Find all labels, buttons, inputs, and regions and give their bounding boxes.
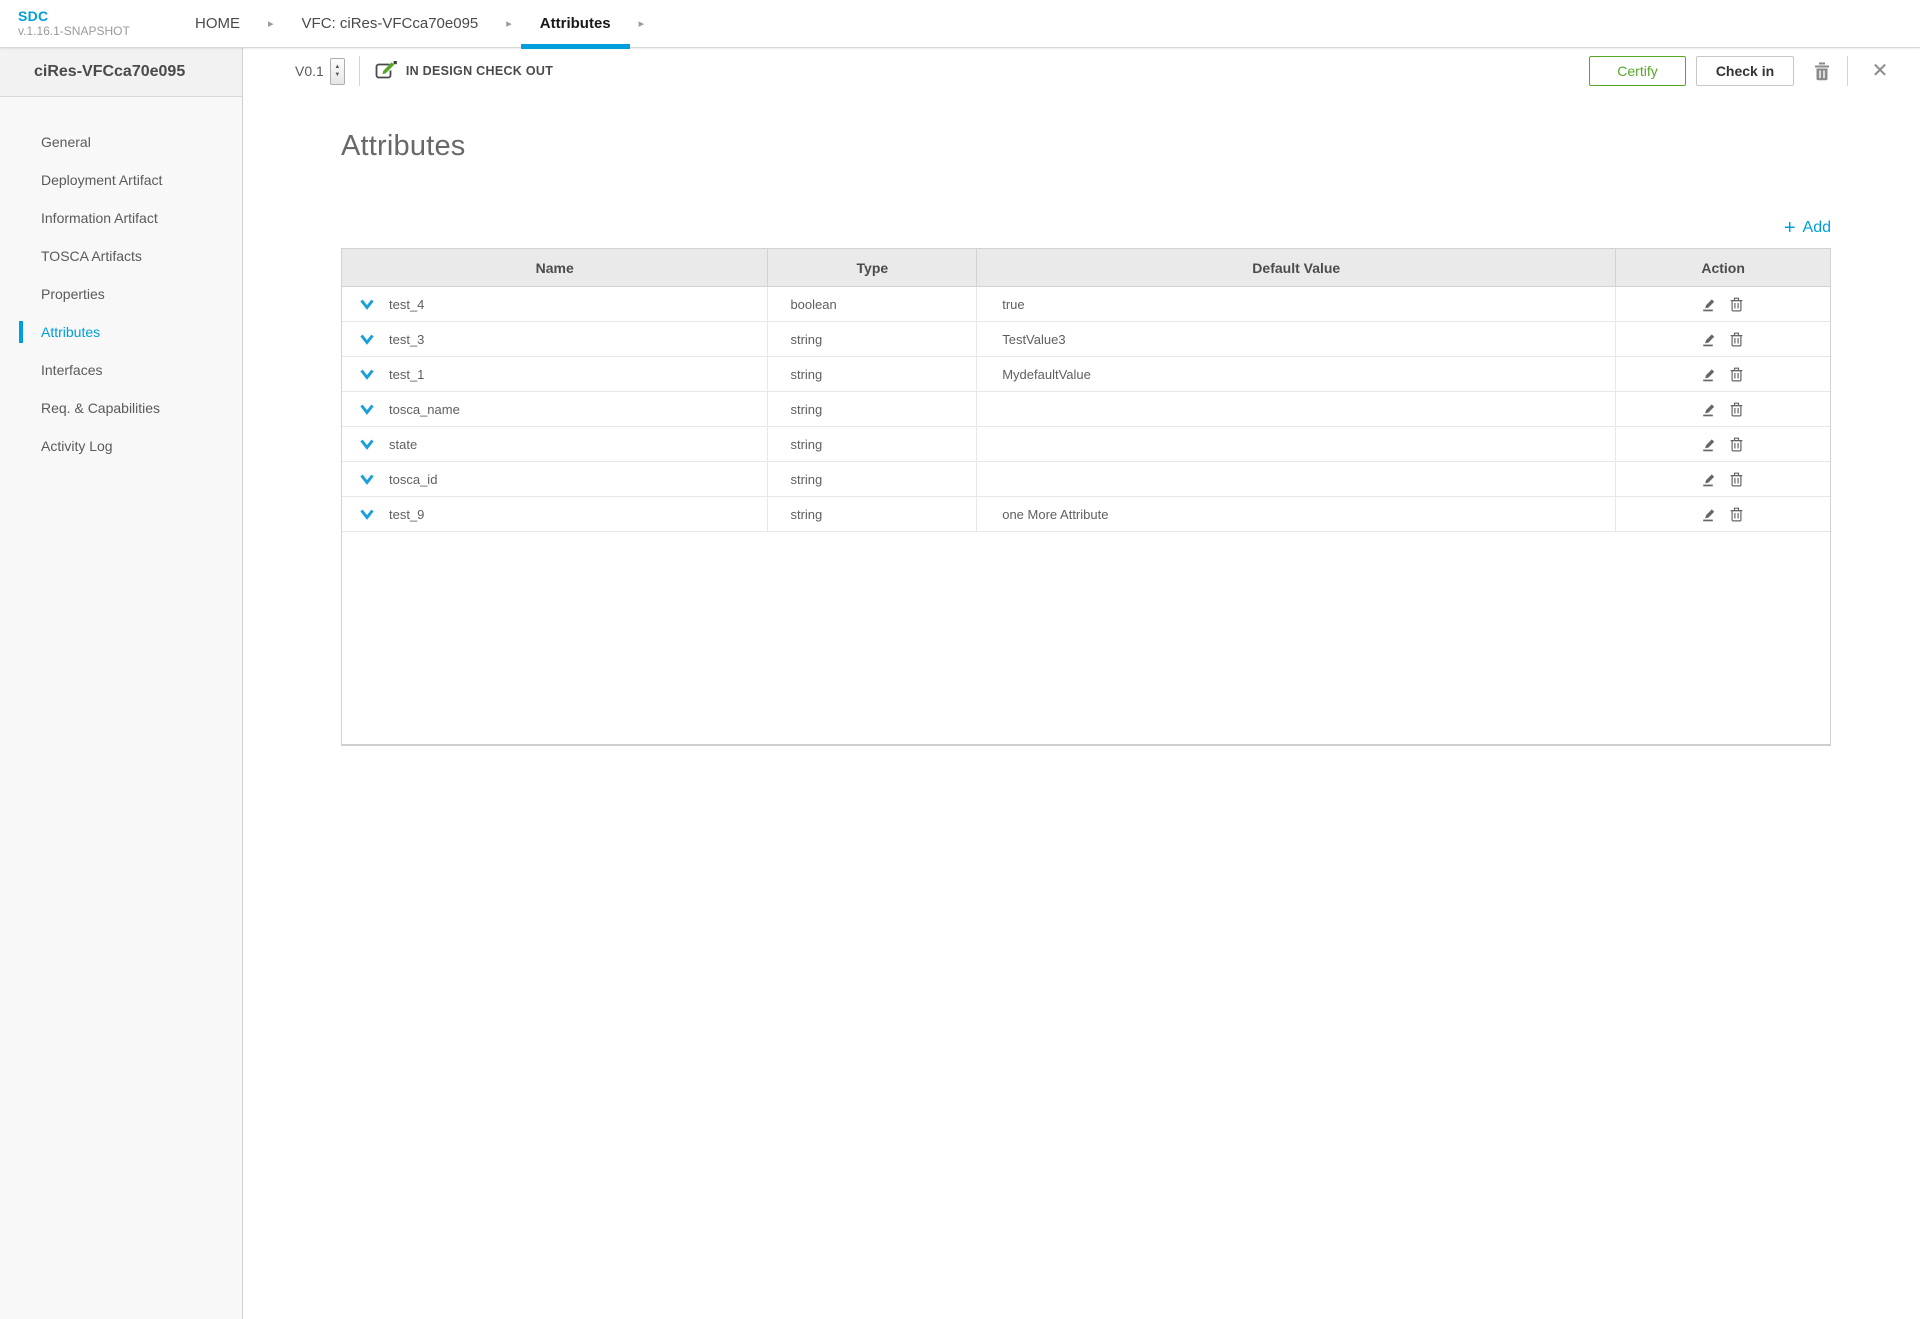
delete-icon[interactable] <box>1729 366 1745 382</box>
attribute-default-value: one More Attribute <box>977 497 1617 531</box>
table-body: test_4 boolean true test_3 string TestVa… <box>342 287 1830 532</box>
checkin-button[interactable]: Check in <box>1696 56 1794 86</box>
sidebar-item-attributes[interactable]: Attributes <box>0 313 242 351</box>
attribute-type: string <box>768 392 978 426</box>
sidebar-item-req-capabilities[interactable]: Req. & Capabilities <box>0 389 242 427</box>
sidebar-item-deployment-artifact[interactable]: Deployment Artifact <box>0 161 242 199</box>
sdc-logo-title: SDC <box>18 8 49 24</box>
chevron-down-icon[interactable] <box>359 296 375 312</box>
lifecycle-status: IN DESIGN CHECK OUT <box>374 61 553 81</box>
attribute-type: boolean <box>768 287 978 321</box>
breadcrumb-arrow-icon: ▸ <box>268 18 274 30</box>
toolbar-divider <box>1847 56 1848 86</box>
spinner-up-icon: ▲ <box>334 64 341 70</box>
attribute-name: tosca_name <box>389 401 460 417</box>
sidebar-item-tosca-artifacts[interactable]: TOSCA Artifacts <box>0 237 242 275</box>
attribute-type: string <box>768 322 978 356</box>
table-row: test_1 string MydefaultValue <box>342 357 1830 392</box>
attribute-default-value: TestValue3 <box>977 322 1617 356</box>
delete-icon[interactable] <box>1729 436 1745 452</box>
table-row: tosca_name string <box>342 392 1830 427</box>
breadcrumb-arrow-icon: ▸ <box>506 18 512 30</box>
sdc-version: v.1.16.1-SNAPSHOT <box>18 24 130 38</box>
content-area: V0.1 ▲ ▼ IN DESIGN CHECK OUT Certify Che… <box>244 48 1920 1319</box>
delete-icon[interactable] <box>1729 331 1745 347</box>
column-header-type: Type <box>768 249 978 286</box>
column-header-name: Name <box>342 249 769 286</box>
attribute-default-value: true <box>977 287 1617 321</box>
attribute-name: test_9 <box>389 506 425 522</box>
edit-icon[interactable] <box>1702 471 1718 487</box>
version-label: V0.1 <box>295 63 324 79</box>
sidebar-item-activity-log[interactable]: Activity Log <box>0 427 242 465</box>
sidebar-item-interfaces[interactable]: Interfaces <box>0 351 242 389</box>
breadcrumb-item-home[interactable]: HOME <box>195 0 240 48</box>
table-row: state string <box>342 427 1830 462</box>
sidebar: ciRes-VFCca70e095 General Deployment Arti… <box>0 48 243 1319</box>
attribute-default-value <box>977 427 1617 461</box>
workspace-toolbar: V0.1 ▲ ▼ IN DESIGN CHECK OUT Certify Che… <box>244 48 1920 94</box>
edit-icon[interactable] <box>1702 506 1718 522</box>
sdc-logo[interactable]: SDC v.1.16.1-SNAPSHOT <box>0 8 195 39</box>
table-row: test_3 string TestValue3 <box>342 322 1830 357</box>
attribute-default-value: MydefaultValue <box>977 357 1617 391</box>
checkout-icon <box>375 61 397 79</box>
lifecycle-status-text: IN DESIGN CHECK OUT <box>405 64 554 78</box>
edit-icon[interactable] <box>1702 331 1718 347</box>
attributes-table: Name Type Default Value Action test_4 bo… <box>341 248 1831 746</box>
edit-icon[interactable] <box>1702 436 1718 452</box>
attribute-name: tosca_id <box>389 471 438 487</box>
attribute-name: state <box>389 436 418 452</box>
chevron-down-icon[interactable] <box>359 331 375 347</box>
chevron-down-icon[interactable] <box>359 401 375 417</box>
sidebar-item-properties[interactable]: Properties <box>0 275 242 313</box>
breadcrumb-item-vfc-cires-vfcca70e095[interactable]: VFC: ciRes-VFCca70e095 <box>302 0 479 48</box>
sidebar-resource-title: ciRes-VFCca70e095 <box>0 48 242 97</box>
plus-icon: + <box>1783 217 1796 239</box>
chevron-down-icon[interactable] <box>359 366 375 382</box>
spinner-down-icon: ▼ <box>334 72 341 78</box>
delete-icon[interactable] <box>1729 401 1745 417</box>
attribute-type: string <box>768 357 978 391</box>
table-header-row: Name Type Default Value Action <box>342 249 1830 287</box>
close-icon[interactable]: ✕ <box>1864 61 1896 81</box>
main-panel: Attributes + Add Name Type Default Value… <box>244 130 1920 746</box>
attribute-name: test_1 <box>389 366 425 382</box>
edit-icon[interactable] <box>1702 366 1718 382</box>
table-row: test_9 string one More Attribute <box>342 497 1830 532</box>
breadcrumb: HOME ▸ VFC: ciRes-VFCca70e095 ▸ Attribut… <box>195 0 672 49</box>
delete-resource-icon[interactable] <box>1813 61 1831 81</box>
table-row: test_4 boolean true <box>342 287 1830 322</box>
attribute-name: test_3 <box>389 331 425 347</box>
toolbar-divider <box>358 56 360 86</box>
column-header-default: Default Value <box>977 249 1617 286</box>
delete-icon[interactable] <box>1729 506 1745 522</box>
delete-icon[interactable] <box>1729 296 1745 312</box>
attribute-default-value <box>977 462 1617 496</box>
add-attribute-button[interactable]: + Add <box>1783 217 1831 239</box>
table-row: tosca_id string <box>342 462 1830 497</box>
chevron-down-icon[interactable] <box>359 506 375 522</box>
edit-icon[interactable] <box>1702 296 1718 312</box>
sidebar-menu: General Deployment Artifact Information Ar… <box>0 97 242 465</box>
attribute-type: string <box>768 462 978 496</box>
chevron-down-icon[interactable] <box>359 436 375 452</box>
page-title: Attributes <box>341 130 466 162</box>
column-header-action: Action <box>1701 259 1745 276</box>
sidebar-item-information-artifact[interactable]: Information Artifact <box>0 199 242 237</box>
edit-icon[interactable] <box>1702 401 1718 417</box>
version-selector[interactable]: ▲ ▼ <box>329 57 345 85</box>
chevron-down-icon[interactable] <box>359 471 375 487</box>
attribute-type: string <box>768 427 978 461</box>
delete-icon[interactable] <box>1729 471 1745 487</box>
sidebar-item-general[interactable]: General <box>0 123 242 161</box>
attribute-name: test_4 <box>389 296 425 312</box>
toolbar-actions: Certify Check in ✕ <box>1589 56 1896 86</box>
attribute-type: string <box>768 497 978 531</box>
certify-button[interactable]: Certify <box>1589 56 1686 86</box>
attribute-default-value <box>977 392 1617 426</box>
top-nav: SDC v.1.16.1-SNAPSHOT HOME ▸ VFC: ciRes-… <box>0 0 1920 49</box>
breadcrumb-arrow-icon: ▸ <box>638 18 645 30</box>
breadcrumb-item-attributes[interactable]: Attributes <box>520 0 630 49</box>
